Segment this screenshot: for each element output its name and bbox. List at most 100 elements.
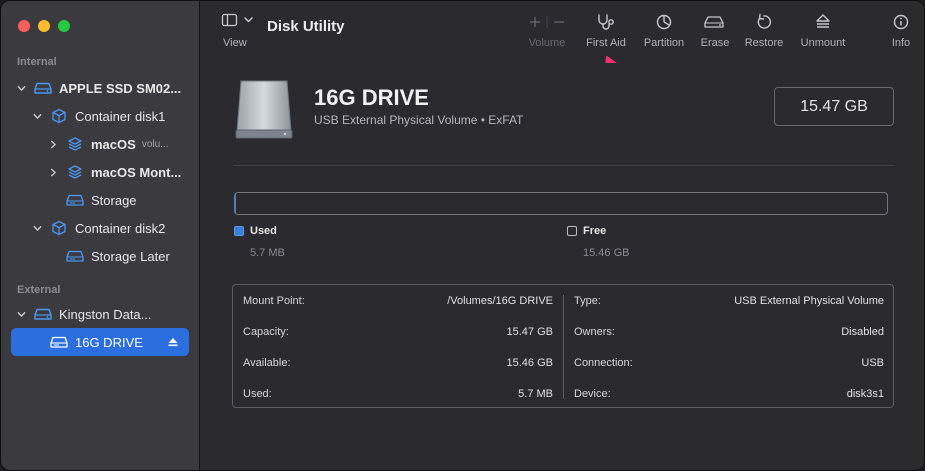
- chevron-down-icon[interactable]: [15, 82, 27, 94]
- free-swatch: [567, 226, 577, 236]
- info-row: Connection: USB: [574, 357, 884, 373]
- unmount-eject-icon: [796, 13, 850, 31]
- volume-stack-icon: [65, 164, 85, 180]
- partition-button-label: Partition: [643, 37, 685, 49]
- info-value: 15.46 GB: [506, 357, 553, 369]
- sidebar-item-label: Kingston Data...: [59, 306, 152, 322]
- info-key: Connection:: [574, 357, 633, 369]
- detail-panel: 16G DRIVE USB External Physical Volume •…: [201, 63, 924, 470]
- partition-button[interactable]: Partition: [639, 13, 689, 53]
- info-value: 5.7 MB: [518, 388, 553, 400]
- divider: [233, 165, 894, 166]
- first-aid-button-label: First Aid: [586, 37, 626, 49]
- window-controls: [18, 20, 70, 32]
- drive-size-badge: 15.47 GB: [774, 87, 894, 126]
- legend-used: Used: [234, 225, 277, 237]
- sidebar-item-kingston[interactable]: Kingston Data...: [11, 300, 189, 328]
- sidebar-item-sublabel: volu...: [141, 138, 169, 150]
- external-drive-icon: [235, 80, 293, 139]
- sidebar-item-apple-ssd[interactable]: APPLE SSD SM02...: [11, 74, 189, 102]
- partition-pie-icon: [639, 13, 689, 31]
- info-value: /Volumes/16G DRIVE: [447, 295, 553, 307]
- sidebar-item-container-disk1[interactable]: Container disk1: [11, 102, 189, 130]
- volume-drive-icon: [65, 248, 85, 264]
- eject-icon[interactable]: [167, 336, 179, 348]
- info-value: Disabled: [841, 326, 884, 338]
- legend-free-label: Free: [583, 225, 607, 237]
- info-button[interactable]: Info: [884, 13, 918, 53]
- erase-disk-icon: [695, 13, 735, 31]
- info-table: Mount Point: /Volumes/16G DRIVE Capacity:…: [232, 284, 894, 408]
- first-aid-button[interactable]: First Aid: [581, 13, 631, 53]
- info-key: Device:: [574, 388, 611, 400]
- external-drive-icon: [33, 306, 53, 322]
- sidebar-item-label: Container disk2: [75, 220, 166, 236]
- container-cube-icon: [49, 220, 69, 236]
- info-row: Owners: Disabled: [574, 326, 884, 342]
- legend-used-label: Used: [250, 225, 277, 237]
- info-column-left: Mount Point: /Volumes/16G DRIVE Capacity:…: [233, 285, 563, 409]
- volume-button-label: Volume: [528, 37, 566, 49]
- disk-drive-icon: [33, 80, 53, 96]
- unmount-button[interactable]: Unmount: [796, 13, 850, 53]
- info-button-label: Info: [891, 37, 911, 49]
- info-key: Capacity:: [243, 326, 289, 338]
- volume-button[interactable]: Volume: [524, 13, 570, 53]
- info-key: Type:: [574, 295, 601, 307]
- usage-bar: [234, 192, 888, 215]
- minimize-window-button[interactable]: [38, 20, 50, 32]
- sidebar-item-label: APPLE SSD SM02...: [59, 80, 182, 96]
- erase-button[interactable]: Erase: [695, 13, 735, 53]
- stethoscope-icon: [581, 13, 631, 31]
- info-value: USB External Physical Volume: [734, 295, 884, 307]
- sidebar-item-label: Container disk1: [75, 108, 166, 124]
- chevron-right-icon[interactable]: [47, 138, 59, 150]
- info-value: USB: [861, 357, 884, 369]
- sidebar-item-storage-later[interactable]: Storage Later: [11, 242, 189, 270]
- info-row: Type: USB External Physical Volume: [574, 295, 884, 311]
- sidebar-item-storage[interactable]: Storage: [11, 186, 189, 214]
- drive-name: 16G DRIVE: [314, 85, 429, 110]
- used-swatch: [234, 226, 244, 236]
- volume-stack-icon: [65, 136, 85, 152]
- chevron-down-icon[interactable]: [15, 308, 27, 320]
- info-row: Mount Point: /Volumes/16G DRIVE: [243, 295, 553, 311]
- info-value: 15.47 GB: [506, 326, 553, 338]
- chevron-down-icon[interactable]: [31, 222, 43, 234]
- chevron-right-icon[interactable]: [47, 166, 59, 178]
- info-row: Available: 15.46 GB: [243, 357, 553, 373]
- info-key: Available:: [243, 357, 291, 369]
- info-column-right: Type: USB External Physical Volume Owners…: [564, 285, 894, 409]
- sidebar-item-container-disk2[interactable]: Container disk2: [11, 214, 189, 242]
- restore-arrow-icon: [741, 13, 787, 31]
- info-row: Used: 5.7 MB: [243, 388, 553, 404]
- sidebar-item-macos-monterey[interactable]: macOS Mont...: [11, 158, 189, 186]
- zoom-window-button[interactable]: [58, 20, 70, 32]
- legend-used-value: 5.7 MB: [250, 247, 285, 259]
- sidebar-item-macos[interactable]: macOS volu...: [11, 130, 189, 158]
- window-title: Disk Utility: [267, 18, 345, 35]
- info-icon: [884, 13, 918, 31]
- view-button-label: View: [223, 37, 247, 49]
- sidebar-item-16g-drive[interactable]: 16G DRIVE: [11, 328, 189, 356]
- info-row: Capacity: 15.47 GB: [243, 326, 553, 342]
- chevron-down-icon[interactable]: [31, 110, 43, 122]
- unmount-button-label: Unmount: [800, 37, 846, 49]
- restore-button[interactable]: Restore: [741, 13, 787, 53]
- sidebar-item-label: macOS: [91, 136, 136, 152]
- sidebar-item-label: Storage Later: [91, 248, 170, 264]
- sidebar-section-internal: Internal: [17, 56, 57, 68]
- sidebar-item-label: Storage: [91, 192, 137, 208]
- volume-drive-icon: [49, 334, 69, 350]
- info-row: Device: disk3s1: [574, 388, 884, 404]
- legend-free-value: 15.46 GB: [583, 247, 630, 259]
- sidebar-toggle-icon: [221, 13, 253, 27]
- info-key: Used:: [243, 388, 272, 400]
- legend-free: Free: [567, 225, 606, 237]
- view-button[interactable]: View: [221, 13, 261, 53]
- sidebar-item-label: macOS Mont...: [91, 164, 182, 180]
- info-key: Owners:: [574, 326, 615, 338]
- close-window-button[interactable]: [18, 20, 30, 32]
- info-key: Mount Point:: [243, 295, 305, 307]
- sidebar-item-label: 16G DRIVE: [75, 334, 143, 350]
